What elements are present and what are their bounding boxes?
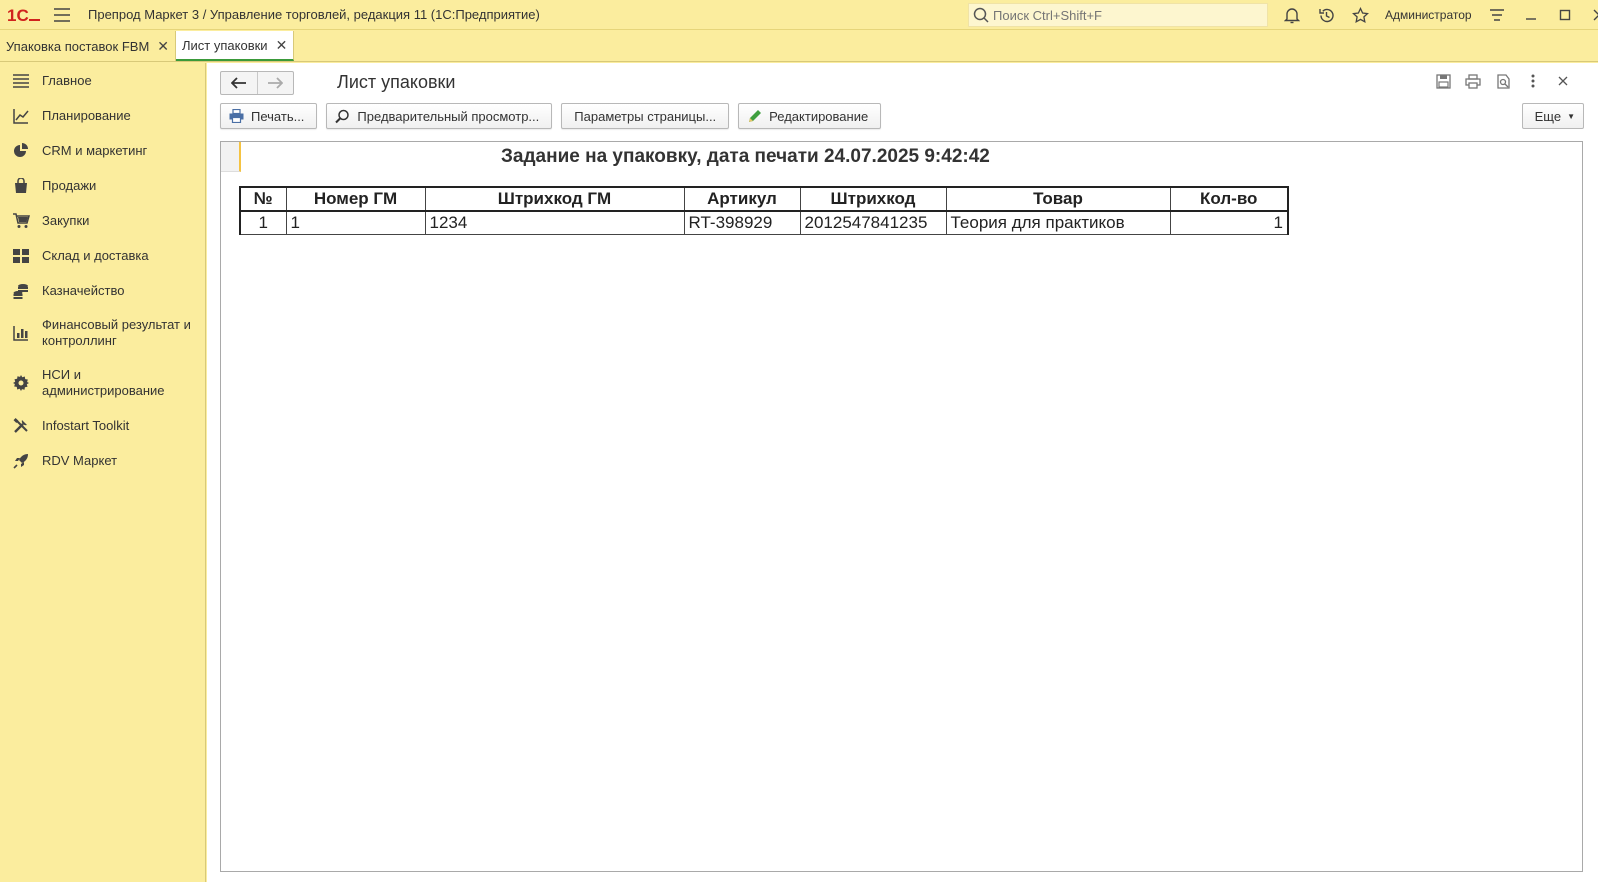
maximize-icon[interactable] xyxy=(1548,0,1582,30)
document-heading: Задание на упаковку, дата печати 24.07.2… xyxy=(501,146,990,167)
table-cell: RT-398929 xyxy=(683,210,801,235)
packing-table: № Номер ГМ Штрихкод ГМ Артикул Штрихкод … xyxy=(239,186,1289,235)
table-cell: Теория для практиков xyxy=(945,210,1171,235)
sidebar-item-finance[interactable]: Финансовый результат и контроллинг xyxy=(0,308,205,358)
warehouse-grid-icon xyxy=(12,247,30,265)
pencil-icon xyxy=(747,109,762,124)
sidebar-item-warehouse[interactable]: Склад и доставка xyxy=(0,238,205,273)
close-icon[interactable]: ✕ xyxy=(157,38,169,55)
tab-label: Упаковка поставок FBM xyxy=(6,38,150,54)
star-icon[interactable] xyxy=(1343,0,1377,30)
sidebar-item-planning[interactable]: Планирование xyxy=(0,98,205,133)
global-search[interactable] xyxy=(968,3,1268,27)
bell-icon[interactable] xyxy=(1275,0,1309,30)
printer-icon xyxy=(229,109,244,123)
forward-arrow-icon[interactable] xyxy=(258,72,294,94)
table-cell: 2012547841235 xyxy=(799,210,947,235)
rocket-icon xyxy=(12,452,30,470)
print-button[interactable]: Печать... xyxy=(220,103,318,129)
settings-menu-icon[interactable] xyxy=(1480,0,1514,30)
sidebar-item-purchases[interactable]: Закупки xyxy=(0,203,205,238)
user-name[interactable]: Администратор xyxy=(1385,8,1472,22)
sidebar-item-treasury[interactable]: Казначейство xyxy=(0,273,205,308)
page-title: Лист упаковки xyxy=(337,72,456,92)
history-icon[interactable] xyxy=(1309,0,1343,30)
menu-lines-icon xyxy=(12,72,30,90)
preview-icon[interactable] xyxy=(1488,69,1518,93)
column-header: Артикул xyxy=(683,186,801,212)
gear-icon xyxy=(12,374,30,392)
title-bar: 1C Препрод Маркет 3 / Управление торговл… xyxy=(0,0,1598,30)
table-row: 1 1 1234 RT-398929 2012547841235 Теория … xyxy=(239,210,1289,235)
pie-chart-icon xyxy=(12,142,30,160)
more-vertical-icon[interactable] xyxy=(1518,69,1548,93)
preview-button[interactable]: Предварительный просмотр... xyxy=(326,103,553,129)
column-header: № xyxy=(239,186,287,212)
minimize-icon[interactable] xyxy=(1514,0,1548,30)
save-icon[interactable] xyxy=(1428,69,1458,93)
app-title: Препрод Маркет 3 / Управление торговлей,… xyxy=(88,7,540,22)
sidebar-item-sales[interactable]: Продажи xyxy=(0,168,205,203)
open-windows-tabs: Упаковка поставок FBM ✕ Лист упаковки ✕ xyxy=(0,31,1598,62)
tab-label: Лист упаковки xyxy=(182,37,268,53)
sidebar-item-main[interactable]: Главное xyxy=(0,63,205,98)
search-icon xyxy=(973,7,989,23)
sidebar-item-infostart[interactable]: Infostart Toolkit xyxy=(0,408,205,443)
bar-chart-icon xyxy=(12,324,30,342)
svg-text:1C: 1C xyxy=(7,6,29,24)
main-menu-icon[interactable] xyxy=(50,0,74,30)
cart-icon xyxy=(12,212,30,230)
1c-logo-icon[interactable]: 1C xyxy=(4,0,44,30)
form-area: Лист упаковки Печать... Предварительный … xyxy=(207,63,1598,882)
print-icon[interactable] xyxy=(1458,69,1488,93)
back-arrow-icon[interactable] xyxy=(221,72,258,94)
column-header: Штрихкод xyxy=(799,186,947,212)
magnifier-icon xyxy=(335,109,350,124)
tab-fbm-packing[interactable]: Упаковка поставок FBM ✕ xyxy=(0,31,177,61)
shopping-bag-icon xyxy=(12,177,30,195)
sidebar-item-rdv-market[interactable]: RDV Маркет xyxy=(0,443,205,478)
form-header-icons xyxy=(1428,69,1578,93)
selected-cell-marker[interactable] xyxy=(221,142,241,172)
tab-packing-list[interactable]: Лист упаковки ✕ xyxy=(176,31,295,61)
column-header: Товар xyxy=(945,186,1171,212)
chevron-down-icon: ▼ xyxy=(1567,111,1575,121)
edit-button[interactable]: Редактирование xyxy=(738,103,882,129)
close-icon[interactable]: ✕ xyxy=(276,37,288,54)
table-cell: 1 xyxy=(285,210,426,235)
table-cell: 1 xyxy=(239,210,287,235)
table-cell: 1234 xyxy=(424,210,685,235)
sidebar-item-admin[interactable]: НСИ и администрирование xyxy=(0,358,205,408)
form-toolbar: Печать... Предварительный просмотр... Па… xyxy=(220,103,890,129)
page-params-button[interactable]: Параметры страницы... xyxy=(561,103,730,129)
more-button[interactable]: Еще ▼ xyxy=(1521,103,1584,129)
column-header: Штрихкод ГМ xyxy=(424,186,685,212)
top-toolbar: Администратор xyxy=(1275,0,1598,30)
close-window-icon[interactable] xyxy=(1582,0,1598,30)
close-icon[interactable] xyxy=(1548,69,1578,93)
column-header: Кол-во xyxy=(1169,186,1289,212)
table-cell: 1 xyxy=(1169,210,1289,235)
sections-panel: Главное Планирование CRM и маркетинг Про… xyxy=(0,63,206,882)
history-navigation xyxy=(220,71,294,95)
chart-up-icon xyxy=(12,107,30,125)
search-input[interactable] xyxy=(993,7,1253,23)
coins-icon xyxy=(12,282,30,300)
table-header-row: № Номер ГМ Штрихкод ГМ Артикул Штрихкод … xyxy=(239,186,1289,212)
tools-icon xyxy=(12,417,30,435)
sidebar-item-crm[interactable]: CRM и маркетинг xyxy=(0,133,205,168)
column-header: Номер ГМ xyxy=(285,186,426,212)
spreadsheet-document[interactable]: Задание на упаковку, дата печати 24.07.2… xyxy=(220,141,1583,872)
